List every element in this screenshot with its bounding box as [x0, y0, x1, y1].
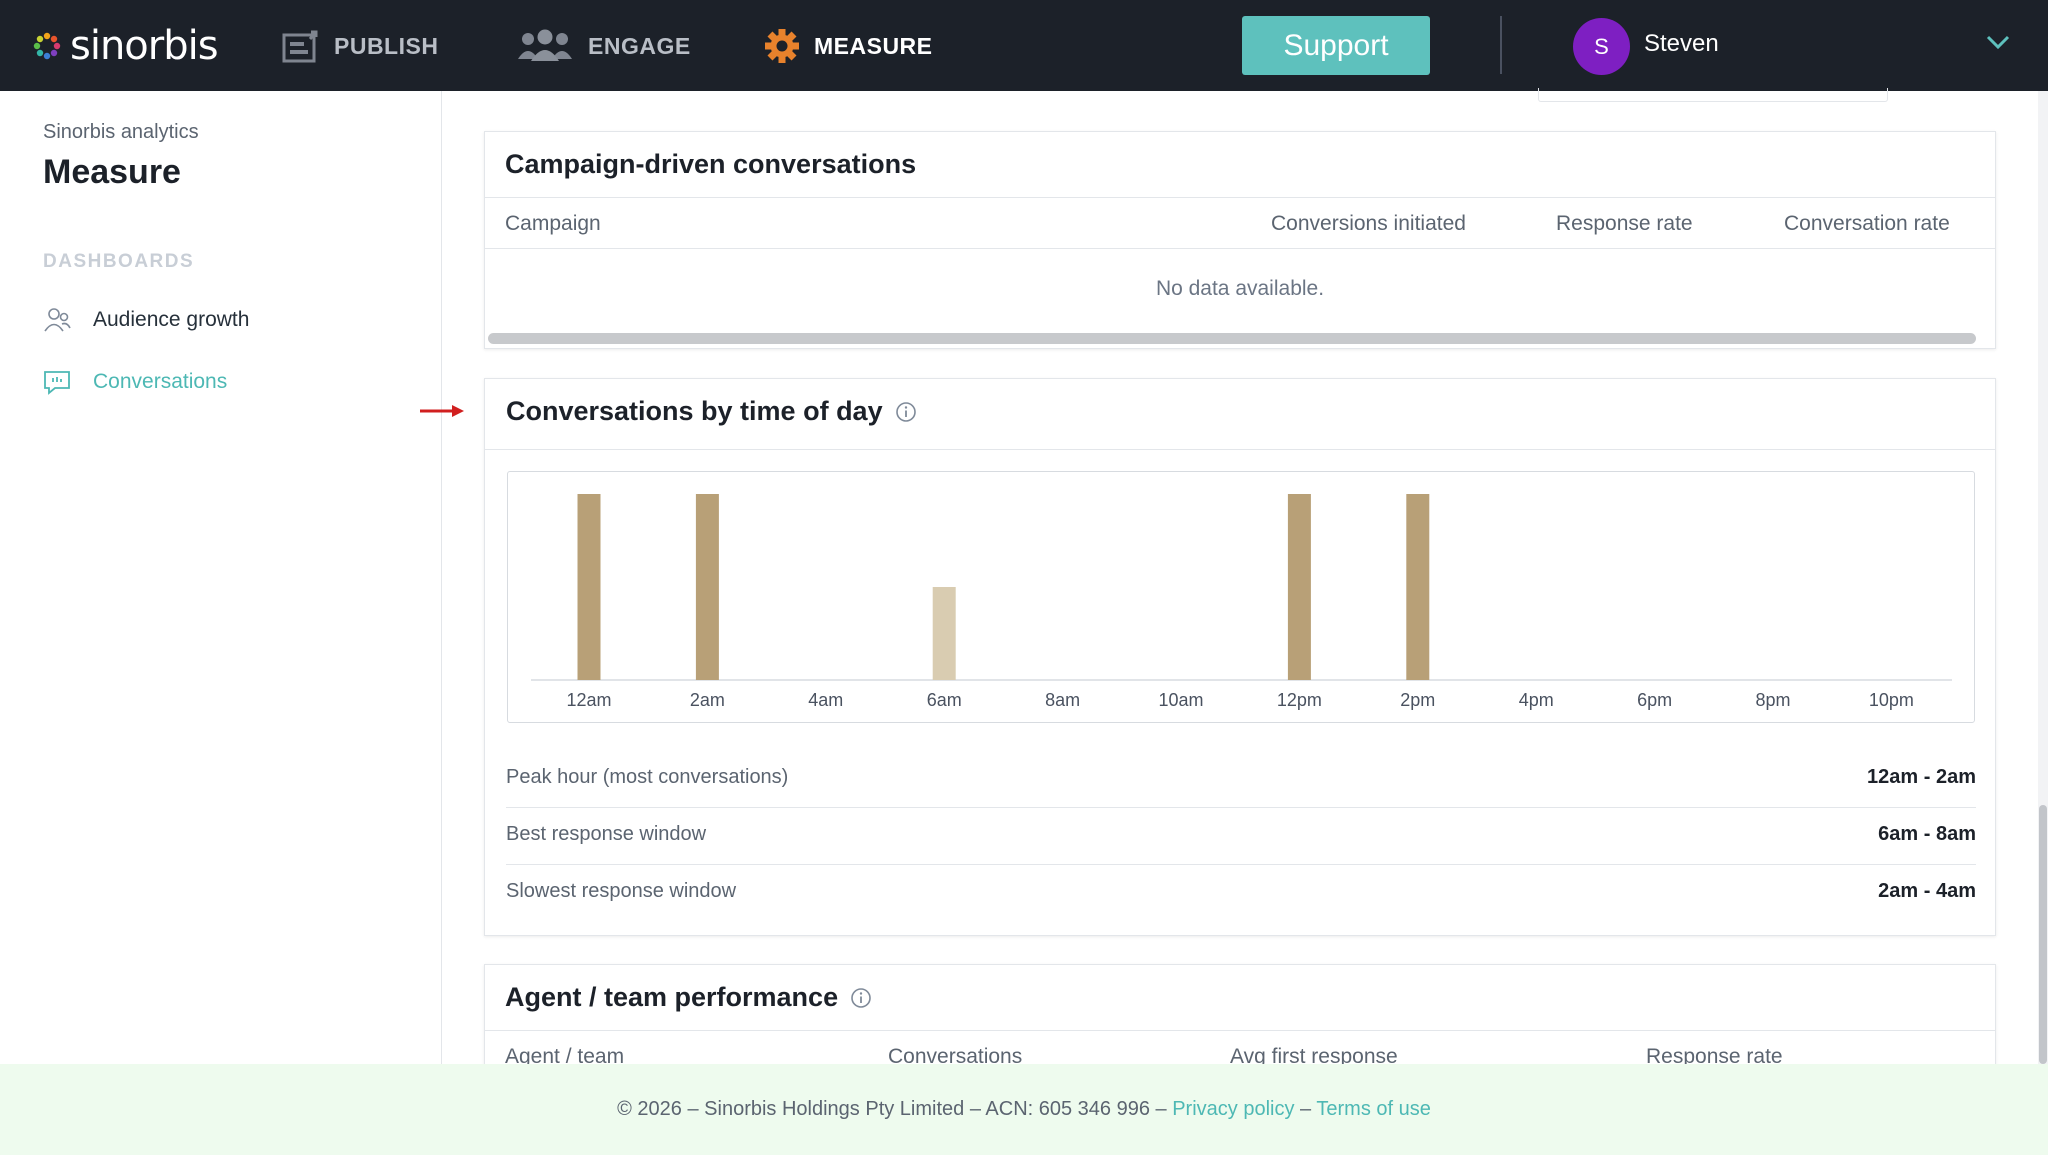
info-icon[interactable]	[895, 401, 917, 423]
x-tick-label: 8pm	[1755, 690, 1790, 710]
logo-text: sinorbis	[70, 23, 219, 69]
x-tick-label: 4am	[808, 690, 843, 710]
sinorbis-logo[interactable]: sinorbis	[32, 18, 219, 74]
x-tick-label: 8am	[1045, 690, 1080, 710]
stat-value: 12am - 2am	[1867, 766, 1976, 788]
sidebar-item-conversations[interactable]: Conversations	[43, 365, 227, 399]
terms-of-use-link[interactable]: Terms of use	[1316, 1098, 1430, 1120]
user-name[interactable]: Steven	[1644, 30, 1719, 58]
avatar[interactable]: S	[1573, 18, 1630, 75]
agent-performance-card: Agent / team performance Agent / team Co…	[484, 964, 1996, 1074]
time-card-title: Conversations by time of day	[506, 396, 883, 426]
time-card-title-wrap: Conversations by time of day	[506, 396, 917, 427]
sidebar-item-label: Conversations	[93, 370, 228, 393]
time-of-day-chart: 12am 2am 4am 6am 8am 10am 12pm 2pm 4pm 6pm 8pm 10pm	[531, 494, 1952, 710]
chevron-down-icon[interactable]	[1986, 34, 2010, 50]
support-button[interactable]: Support	[1242, 16, 1430, 75]
footer-copyright: © 2026 – Sinorbis Holdings Pty Limited –…	[617, 1098, 1167, 1120]
column-header-response-rate[interactable]: Response rate	[1556, 212, 1693, 236]
publish-icon	[282, 30, 318, 63]
x-tick-label: 12pm	[1277, 690, 1322, 710]
column-header-conversions-initiated[interactable]: Conversions initiated	[1271, 212, 1466, 236]
column-header-conversation-rate[interactable]: Conversation rate	[1784, 212, 1950, 236]
stat-row-best-response: Best response window 6am - 8am	[506, 809, 1976, 865]
nav-publish-label: PUBLISH	[334, 32, 439, 59]
stat-label: Best response window	[506, 823, 707, 845]
chart-bar-12pm[interactable]	[1287, 494, 1311, 680]
divider	[485, 197, 1995, 198]
stat-value: 6am - 8am	[1878, 823, 1976, 845]
x-tick-label: 6am	[927, 690, 962, 710]
x-tick-label: 2am	[690, 690, 725, 710]
audience-icon	[43, 306, 71, 334]
divider	[485, 1030, 1995, 1031]
sidebar-item-label: Audience growth	[93, 308, 250, 331]
chart-bar-12am[interactable]	[577, 494, 601, 680]
x-tick-label: 2pm	[1400, 690, 1435, 710]
agent-card-title: Agent / team performance	[505, 982, 839, 1012]
chart-container: 12am 2am 4am 6am 8am 10am 12pm 2pm 4pm 6pm 8pm 10pm	[507, 471, 1975, 723]
footer-separator: –	[1300, 1098, 1312, 1120]
campaign-card-title: Campaign-driven conversations	[505, 149, 917, 179]
sidebar-section-label: DASHBOARDS	[43, 251, 195, 272]
chart-bar-6am[interactable]	[932, 587, 956, 680]
divider	[485, 449, 1995, 450]
column-header-campaign[interactable]: Campaign	[505, 212, 601, 236]
red-pointer-arrow-icon	[420, 405, 464, 417]
x-tick-label: 6pm	[1637, 690, 1672, 710]
page-title: Measure	[43, 153, 181, 191]
previous-card-edge	[1538, 88, 1888, 102]
vertical-scrollbar-thumb[interactable]	[2039, 805, 2047, 1064]
sidebar-subtitle: Sinorbis analytics	[43, 121, 199, 143]
nav-measure[interactable]: MEASURE	[764, 22, 933, 70]
campaign-conversations-card: Campaign-driven conversations	[484, 131, 1996, 349]
nav-publish[interactable]: PUBLISH	[282, 22, 438, 70]
sinorbis-logo-icon	[33, 32, 61, 60]
stat-row-peak-hour: Peak hour (most conversations) 12am - 2a…	[506, 752, 1976, 808]
chart-bar-2am[interactable]	[695, 494, 719, 680]
stat-label: Slowest response window	[506, 880, 737, 902]
stat-value: 2am - 4am	[1878, 880, 1976, 902]
nav-engage-label: ENGAGE	[588, 32, 691, 59]
nav-engage[interactable]: ENGAGE	[516, 22, 691, 70]
x-tick-label: 10am	[1158, 690, 1203, 710]
x-tick-label: 12am	[566, 690, 611, 710]
x-tick-label: 10pm	[1869, 690, 1914, 710]
sidebar-item-audience-growth[interactable]: Audience growth	[43, 303, 249, 337]
agent-card-title-wrap: Agent / team performance	[505, 982, 872, 1013]
chart-bar-2pm[interactable]	[1406, 494, 1430, 680]
chat-icon	[43, 368, 71, 396]
privacy-policy-link[interactable]: Privacy policy	[1172, 1098, 1294, 1120]
info-icon[interactable]	[850, 987, 872, 1009]
stat-label: Peak hour (most conversations)	[506, 766, 789, 788]
footer: © 2026 – Sinorbis Holdings Pty Limited –…	[0, 1064, 2048, 1155]
stat-row-slowest-response: Slowest response window 2am - 4am	[506, 866, 1976, 922]
top-navigation-bar: sinorbis PUBLISH ENGAGE MEASURE Support …	[0, 0, 2048, 91]
empty-state-text: No data available.	[1155, 277, 1325, 300]
gear-icon	[765, 29, 799, 63]
topbar-divider	[1500, 16, 1502, 74]
horizontal-scrollbar[interactable]	[488, 333, 1976, 344]
divider	[485, 248, 1995, 249]
people-icon	[518, 29, 572, 61]
sidebar: Sinorbis analytics Measure DASHBOARDS Au…	[0, 91, 442, 1064]
x-tick-label: 4pm	[1519, 690, 1554, 710]
nav-measure-label: MEASURE	[814, 32, 933, 59]
